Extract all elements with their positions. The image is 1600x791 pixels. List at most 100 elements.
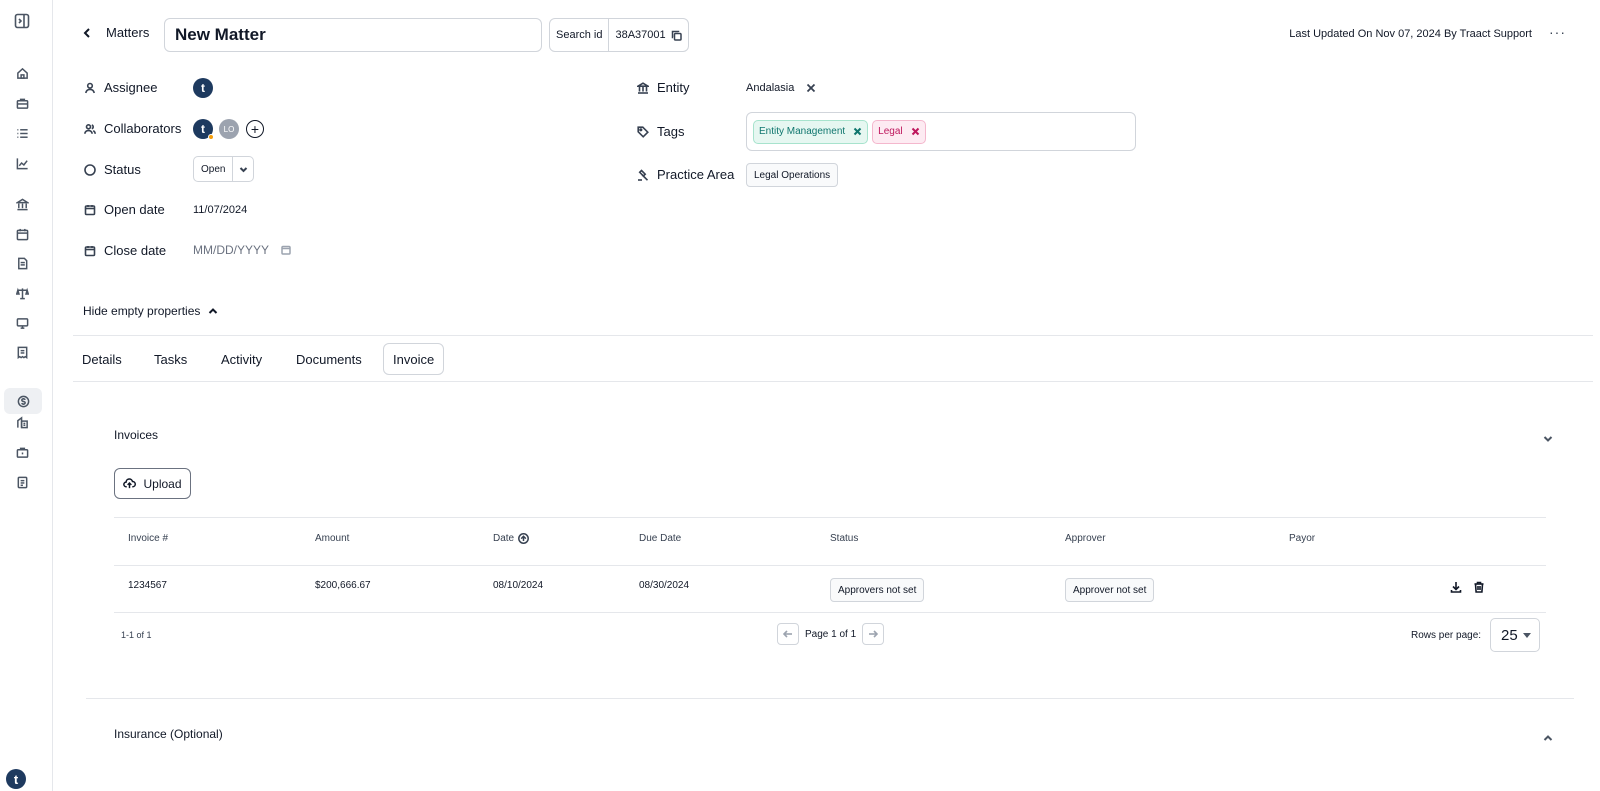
status-select[interactable]: Open: [193, 156, 255, 182]
arrow-right-icon: [869, 630, 879, 638]
matter-title-input[interactable]: New Matter: [164, 18, 542, 52]
chevron-left-icon: [83, 27, 90, 38]
tag-icon: [636, 125, 650, 139]
add-collaborator-button[interactable]: +: [246, 120, 264, 138]
col-approver[interactable]: Approver: [1065, 533, 1106, 544]
rows-per-page-select[interactable]: 25: [1490, 618, 1540, 652]
calendar-picker-icon[interactable]: [281, 245, 291, 255]
open-date-input[interactable]: 11/07/2024: [193, 204, 247, 216]
rows-per-page-value: 25: [1501, 626, 1518, 644]
col-due-date[interactable]: Due Date: [639, 533, 681, 544]
people-icon: [83, 122, 97, 136]
entity-property: Entity: [636, 80, 690, 95]
search-id-label: Search id: [550, 19, 610, 51]
status-property: Status: [83, 162, 141, 177]
chevron-down-icon[interactable]: [233, 157, 253, 181]
arrow-left-icon: [783, 630, 792, 638]
monitor-icon[interactable]: [10, 312, 34, 334]
insurance-collapse-toggle[interactable]: [1543, 730, 1553, 748]
invoices-collapse-toggle[interactable]: [1543, 431, 1553, 449]
receipt-icon[interactable]: [10, 341, 34, 363]
home-icon[interactable]: [10, 62, 34, 84]
chevron-down-icon: [1543, 436, 1553, 442]
next-page-button[interactable]: [862, 623, 885, 645]
trash-icon: [1474, 581, 1484, 593]
chart-icon[interactable]: [10, 152, 34, 174]
calendar-icon: [83, 203, 97, 217]
briefcase-icon[interactable]: [10, 92, 34, 114]
sidebar-toggle-icon[interactable]: [10, 10, 34, 32]
download-invoice-button[interactable]: [1450, 580, 1462, 598]
collaborator-avatar-brand[interactable]: t: [193, 119, 214, 140]
col-amount[interactable]: Amount: [315, 533, 349, 544]
download-icon: [1450, 582, 1462, 593]
close-date-label: Close date: [104, 243, 167, 258]
cell-invoice-number: 1234567: [128, 580, 167, 591]
back-to-matters-link[interactable]: Matters: [82, 25, 149, 40]
calendar-icon: [83, 244, 97, 258]
cell-approver: Approver not set: [1065, 578, 1155, 602]
collaborator-avatar-lo[interactable]: LO: [219, 119, 239, 139]
case-icon[interactable]: [10, 441, 34, 463]
table-top-border: [114, 517, 1546, 518]
sidebar: t: [0, 0, 53, 791]
close-date-input[interactable]: MM/DD/YYYY: [193, 243, 291, 257]
insurance-section-title: Insurance (Optional): [114, 727, 223, 741]
delete-invoice-button[interactable]: [1473, 580, 1485, 598]
col-date[interactable]: Date: [493, 533, 530, 544]
list-icon[interactable]: [10, 122, 34, 144]
brand-logo[interactable]: t: [6, 769, 26, 789]
remove-tag-icon[interactable]: [911, 127, 920, 136]
row-border: [114, 612, 1546, 613]
practice-area-property: Practice Area: [636, 167, 734, 182]
previous-page-button[interactable]: [777, 623, 799, 645]
tab-activity[interactable]: Activity: [212, 343, 271, 375]
tab-invoice[interactable]: Invoice: [383, 343, 445, 375]
status-label: Status: [104, 162, 141, 177]
col-payor[interactable]: Payor: [1289, 533, 1315, 544]
chevron-up-icon: [209, 308, 218, 314]
approver-badge: Approver not set: [1065, 578, 1155, 602]
collaborators-label: Collaborators: [104, 121, 182, 136]
collaborators-property: Collaborators: [83, 121, 181, 136]
building-icon[interactable]: [10, 411, 34, 433]
page-indicator: Page 1 of 1: [805, 628, 857, 640]
calendar-icon[interactable]: [10, 223, 34, 245]
file-icon[interactable]: [10, 471, 34, 493]
col-invoice-number[interactable]: Invoice #: [128, 533, 168, 544]
entity-value[interactable]: Andalasia: [746, 82, 794, 94]
pagination: Page 1 of 1: [777, 623, 885, 645]
tab-tasks[interactable]: Tasks: [145, 343, 196, 375]
assignee-value[interactable]: t: [193, 78, 213, 98]
close-date-placeholder: MM/DD/YYYY: [193, 243, 270, 257]
col-date-label: Date: [493, 533, 515, 544]
copy-icon[interactable]: [671, 30, 682, 41]
practice-area-value-wrap: Legal Operations: [746, 163, 839, 187]
gavel-icon: [636, 168, 650, 182]
cell-status: Approvers not set: [830, 578, 925, 602]
scale-icon[interactable]: [10, 282, 34, 304]
hide-empty-properties-toggle[interactable]: Hide empty properties: [83, 304, 218, 318]
practice-area-label: Practice Area: [657, 167, 735, 182]
tab-details[interactable]: Details: [73, 343, 131, 375]
remove-tag-icon[interactable]: [853, 127, 862, 136]
upload-label: Upload: [143, 476, 182, 491]
practice-area-chip[interactable]: Legal Operations: [746, 163, 839, 187]
clear-entity-icon[interactable]: [806, 83, 816, 93]
tags-input[interactable]: Entity Management Legal: [746, 112, 1136, 151]
status-select-wrap: Open: [193, 156, 255, 182]
bank-icon[interactable]: [10, 193, 34, 215]
document-icon[interactable]: [10, 252, 34, 274]
presence-dot: [208, 134, 214, 140]
col-status[interactable]: Status: [830, 533, 858, 544]
tag-chip: Entity Management: [753, 119, 869, 144]
upload-invoice-button[interactable]: Upload: [114, 468, 191, 499]
cell-due-date: 08/30/2024: [639, 580, 690, 591]
tags-label: Tags: [657, 124, 685, 139]
sort-ascending-icon[interactable]: [518, 533, 530, 544]
back-label: Matters: [106, 25, 150, 40]
more-options-icon[interactable]: ···: [1549, 24, 1566, 40]
assignee-avatar[interactable]: t: [193, 78, 213, 98]
tab-documents[interactable]: Documents: [287, 343, 371, 375]
status-value: Open: [194, 157, 234, 181]
